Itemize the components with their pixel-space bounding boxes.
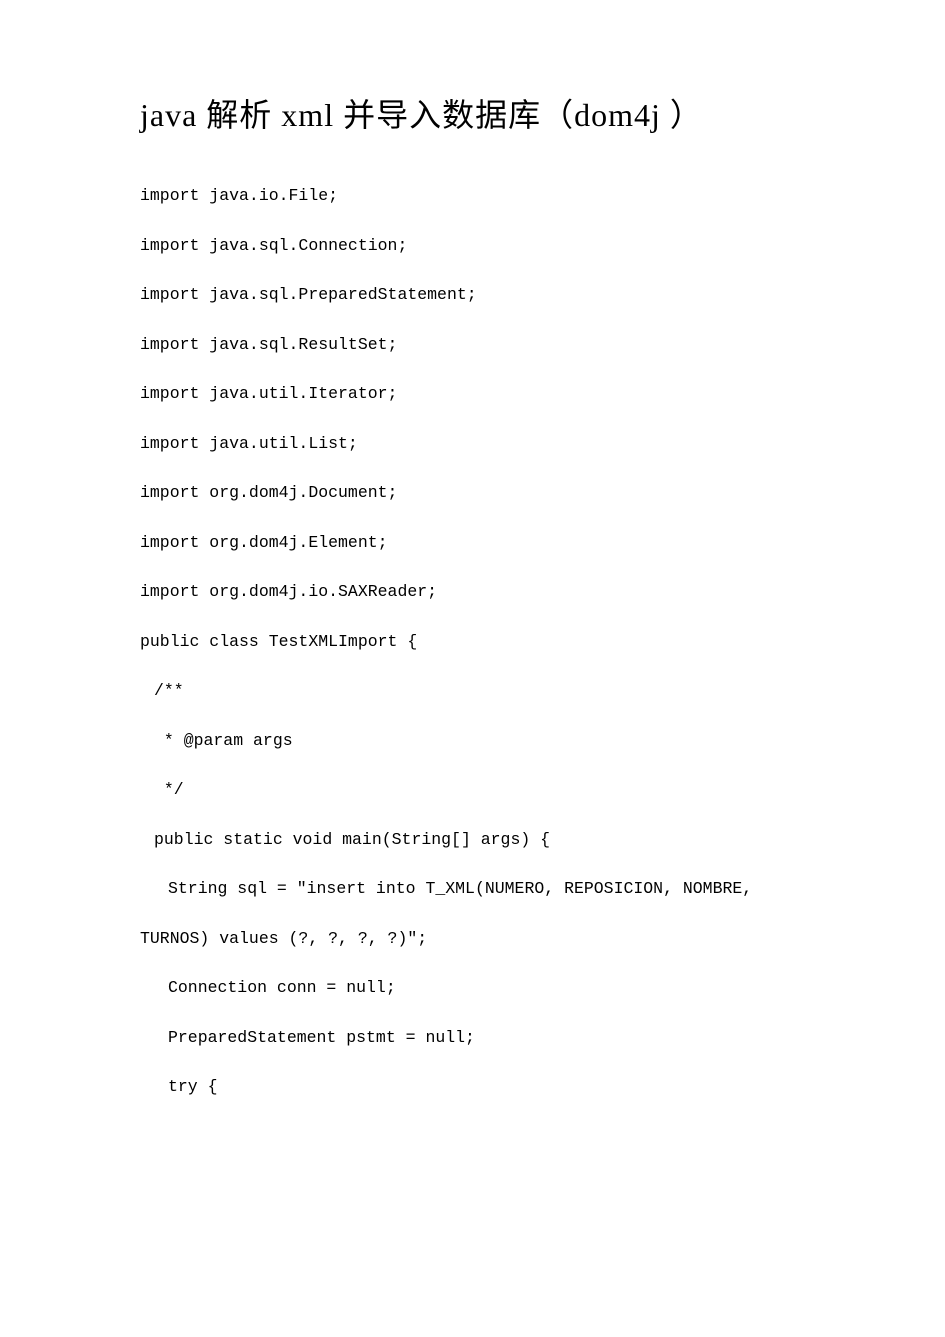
code-line: /** — [140, 683, 825, 700]
code-line: import java.util.Iterator; — [140, 386, 825, 403]
code-line: import java.sql.PreparedStatement; — [140, 287, 825, 304]
code-line: import java.io.File; — [140, 188, 825, 205]
code-line: import java.util.List; — [140, 436, 825, 453]
code-line: import java.sql.Connection; — [140, 238, 825, 255]
code-line: try { — [140, 1079, 825, 1096]
code-line: TURNOS) values (?, ?, ?, ?)"; — [140, 931, 825, 948]
code-line: import org.dom4j.io.SAXReader; — [140, 584, 825, 601]
code-line: import java.sql.ResultSet; — [140, 337, 825, 354]
code-line: String sql = "insert into T_XML(NUMERO, … — [140, 881, 825, 898]
page-title: java 解析 xml 并导入数据库（dom4j ） — [140, 90, 825, 136]
code-line: import org.dom4j.Document; — [140, 485, 825, 502]
code-line: */ — [140, 782, 825, 799]
code-line: import org.dom4j.Element; — [140, 535, 825, 552]
code-line: PreparedStatement pstmt = null; — [140, 1030, 825, 1047]
code-line: * @param args — [140, 733, 825, 750]
code-line: public static void main(String[] args) { — [140, 832, 825, 849]
code-block: import java.io.File; import java.sql.Con… — [140, 188, 825, 1096]
code-line: Connection conn = null; — [140, 980, 825, 997]
code-line: public class TestXMLImport { — [140, 634, 825, 651]
